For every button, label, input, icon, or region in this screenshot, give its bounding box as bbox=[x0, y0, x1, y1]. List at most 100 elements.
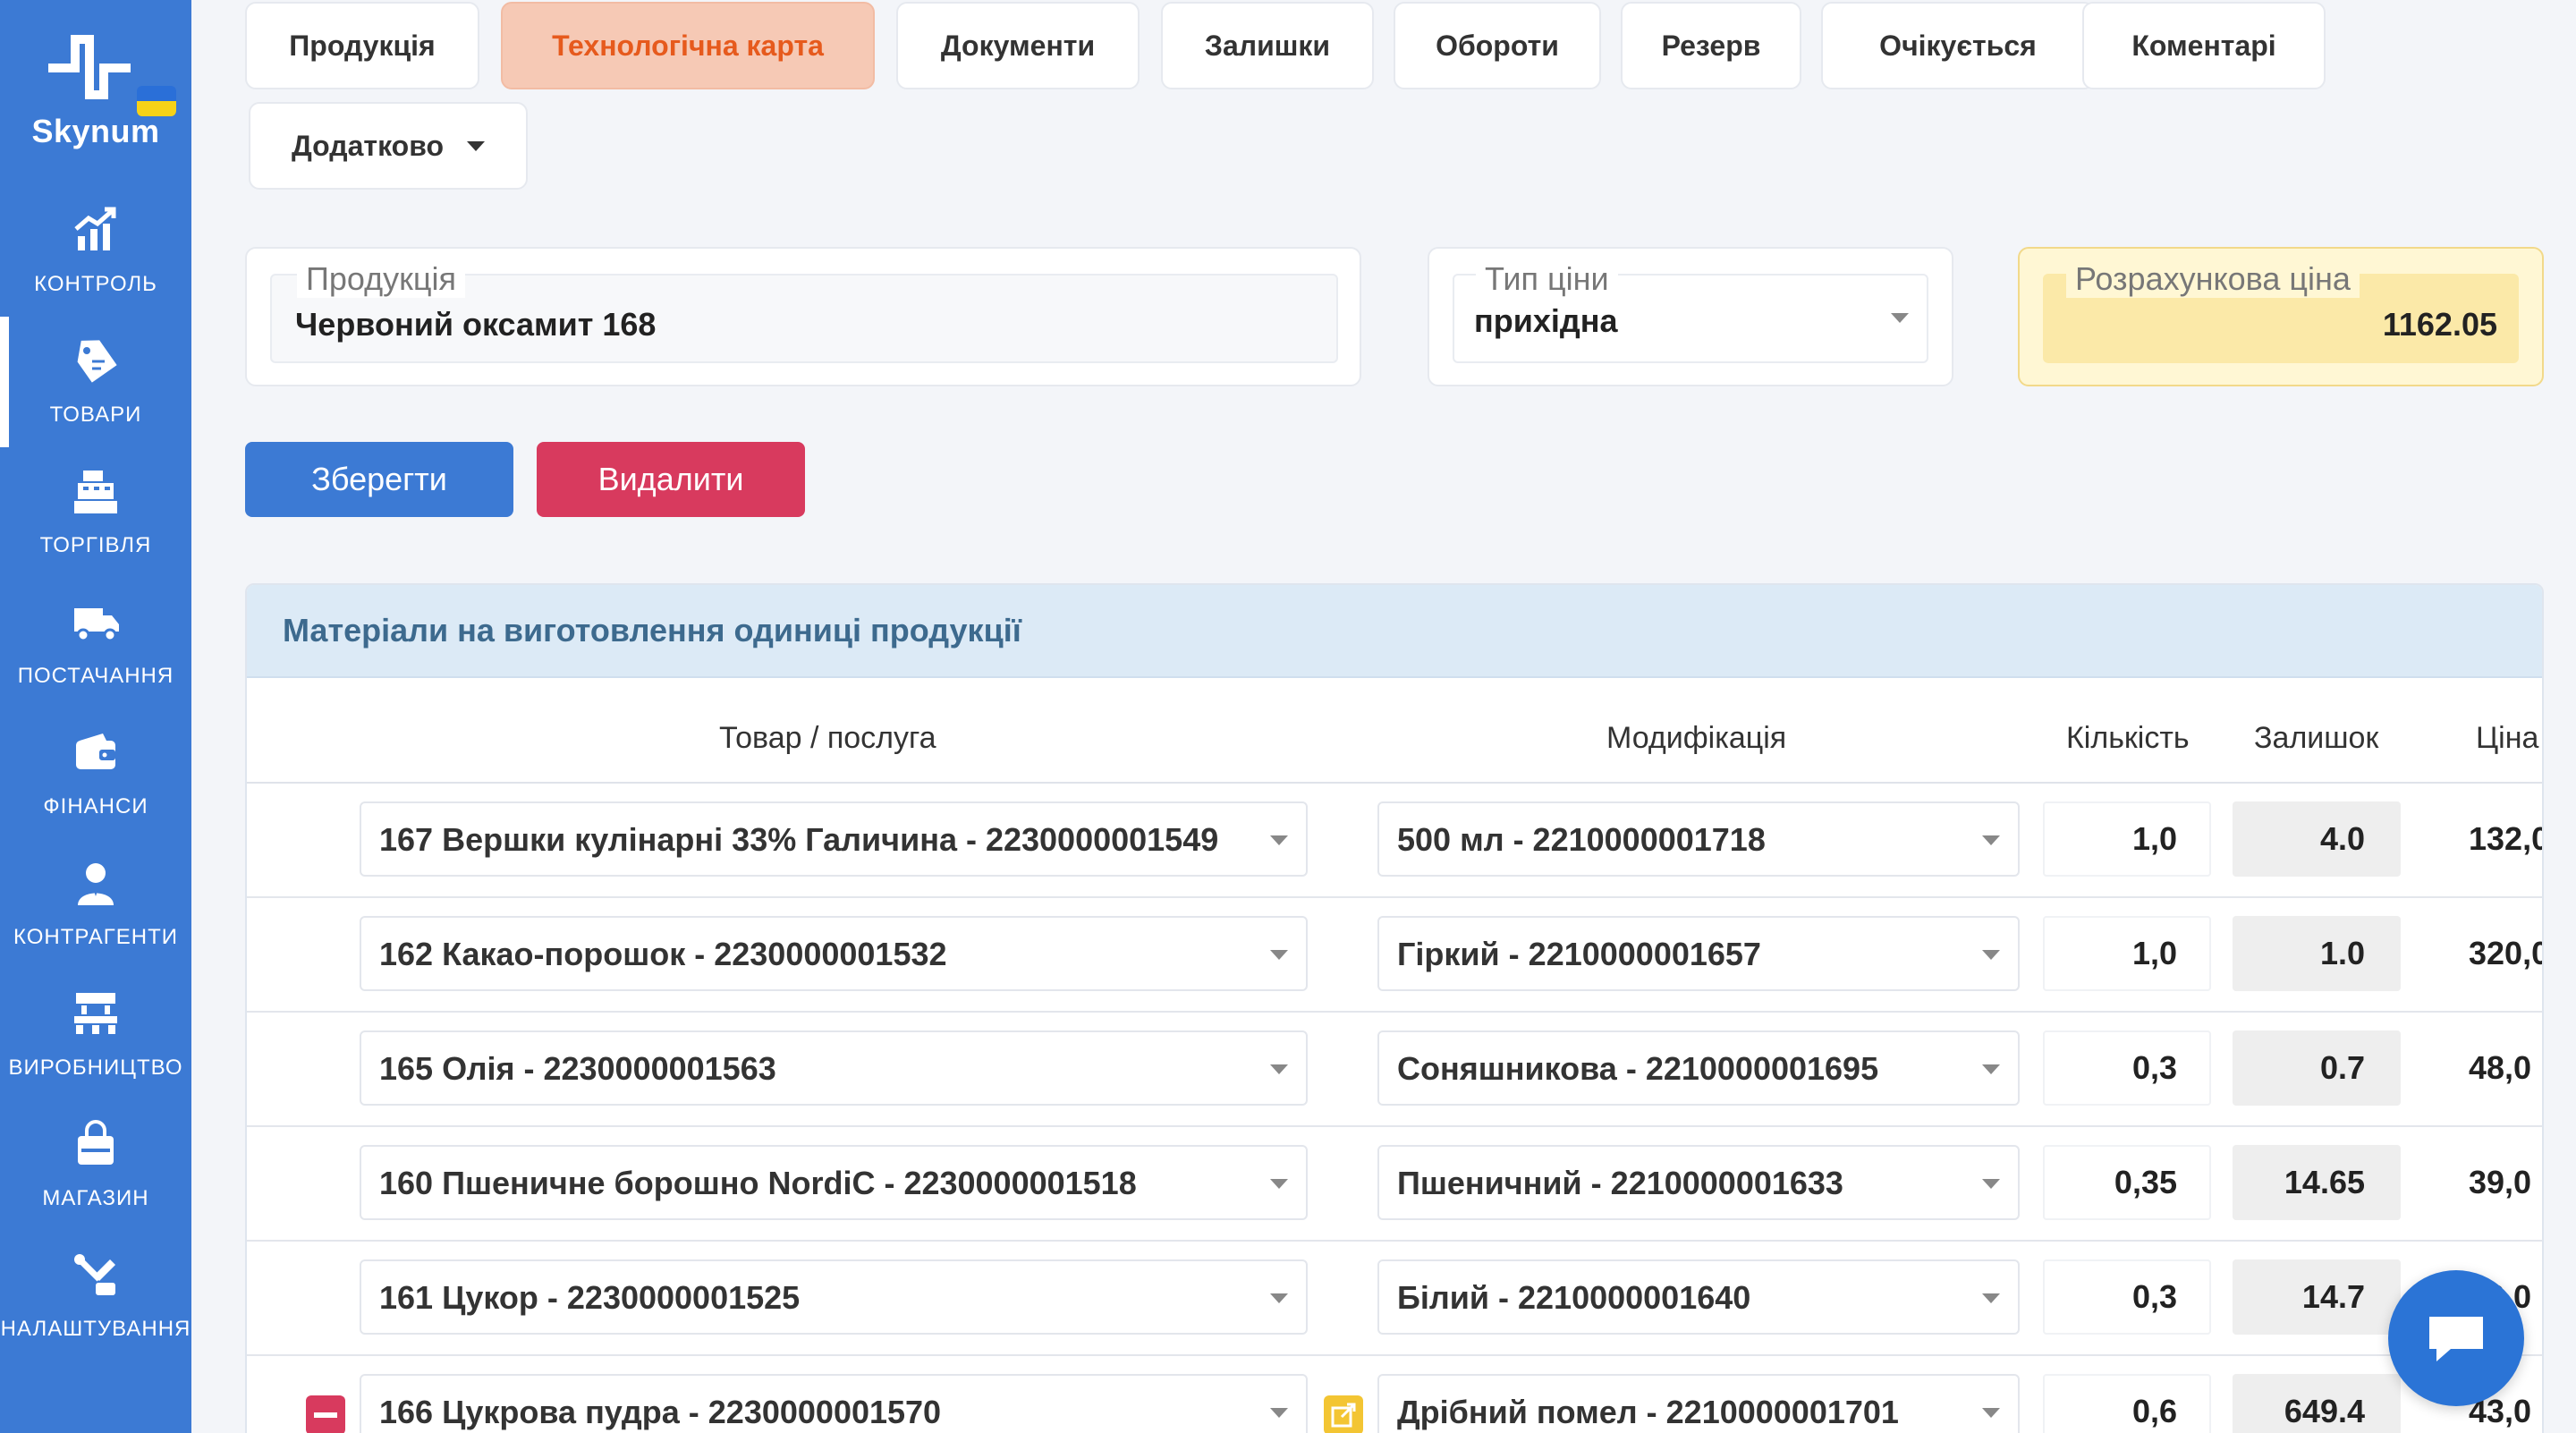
modification-select[interactable]: Соняшникова - 2210000001695 bbox=[1377, 1030, 2020, 1106]
item-select-value: 165 Олія - 2230000001563 bbox=[379, 1050, 776, 1087]
chevron-down-icon bbox=[1891, 313, 1909, 323]
stock-value: 649.4 bbox=[2233, 1374, 2401, 1433]
tab-documents[interactable]: Документи bbox=[896, 2, 1140, 89]
tab-expected[interactable]: Очікується bbox=[1821, 2, 2095, 89]
materials-section-title: Матеріали на виготовлення одиниці продук… bbox=[283, 612, 1021, 649]
brand-logo[interactable]: Skynum bbox=[0, 0, 191, 174]
table-row: 160 Пшеничне борошно NordiC - 2230000001… bbox=[247, 1127, 2542, 1242]
sidebar-item-control[interactable]: КОНТРОЛЬ bbox=[0, 186, 191, 317]
column-header-item: Товар / послуга bbox=[719, 721, 936, 755]
price-value[interactable]: 320,0 bbox=[2424, 916, 2542, 991]
chevron-down-icon bbox=[467, 140, 486, 151]
item-select[interactable]: 167 Вершки кулінарні 33% Галичина - 2230… bbox=[360, 801, 1308, 877]
price-value[interactable]: 132,0 bbox=[2424, 801, 2542, 877]
tag-icon bbox=[77, 340, 117, 383]
chevron-down-icon bbox=[1982, 1064, 2000, 1074]
quantity-input[interactable]: 1,0 bbox=[2043, 801, 2211, 877]
price-value[interactable]: 39,0 bbox=[2424, 1145, 2542, 1220]
wallet-icon bbox=[76, 733, 115, 769]
materials-section-header: Матеріали на виготовлення одиниці продук… bbox=[247, 585, 2542, 678]
item-select-value: 160 Пшеничне борошно NordiC - 2230000001… bbox=[379, 1165, 1137, 1201]
tab-reserve[interactable]: Резерв bbox=[1621, 2, 1801, 89]
modification-select[interactable]: Гіркий - 2210000001657 bbox=[1377, 916, 2020, 991]
chevron-down-icon bbox=[1270, 1064, 1288, 1074]
modification-select[interactable]: 500 мл - 2210000001718 bbox=[1377, 801, 2020, 877]
truck-icon bbox=[74, 608, 119, 642]
item-select-value: 161 Цукор - 2230000001525 bbox=[379, 1279, 801, 1316]
item-select-value: 162 Какао-порошок - 2230000001532 bbox=[379, 936, 947, 972]
stock-value: 0.7 bbox=[2233, 1030, 2401, 1106]
calc-price-card: Розрахункова ціна 1162.05 bbox=[2018, 247, 2544, 386]
sidebar-item-counterparties[interactable]: КОНТРАГЕНТИ bbox=[0, 839, 191, 970]
chevron-down-icon bbox=[1982, 1179, 2000, 1189]
skynum-logo-icon bbox=[48, 35, 131, 99]
modification-select[interactable]: Дрібний помел - 2210000001701 bbox=[1377, 1374, 2020, 1433]
sidebar-item-label: ТОВАРИ bbox=[49, 403, 142, 427]
price-type-value: прихідна bbox=[1474, 302, 1618, 339]
column-header-modification: Модифікація bbox=[1606, 721, 1787, 755]
tab-tech-card[interactable]: Технологічна карта bbox=[501, 2, 875, 89]
chat-widget-button[interactable] bbox=[2388, 1270, 2524, 1406]
item-select[interactable]: 162 Какао-порошок - 2230000001532 bbox=[360, 916, 1308, 991]
item-select[interactable]: 161 Цукор - 2230000001525 bbox=[360, 1259, 1308, 1335]
chevron-down-icon bbox=[1270, 1408, 1288, 1418]
quantity-input[interactable]: 0,35 bbox=[2043, 1145, 2211, 1220]
quantity-input[interactable]: 0,3 bbox=[2043, 1259, 2211, 1335]
sidebar-item-goods[interactable]: ТОВАРИ bbox=[0, 317, 191, 447]
sidebar-item-label: ФІНАНСИ bbox=[43, 794, 148, 818]
tab-product[interactable]: Продукція bbox=[245, 2, 479, 89]
ukraine-flag-icon bbox=[137, 86, 176, 116]
sidebar-item-trade[interactable]: ТОРГІВЛЯ bbox=[0, 447, 191, 578]
tab-stock[interactable]: Залишки bbox=[1161, 2, 1374, 89]
sidebar-item-supply[interactable]: ПОСТАЧАННЯ bbox=[0, 578, 191, 708]
table-row: 162 Какао-порошок - 2230000001532 Гіркий… bbox=[247, 898, 2542, 1013]
sidebar-item-label: ПОСТАЧАННЯ bbox=[17, 664, 174, 688]
modification-select-value: Білий - 2210000001640 bbox=[1397, 1279, 1751, 1316]
sidebar-item-label: ТОРГІВЛЯ bbox=[39, 533, 152, 557]
tab-turnover[interactable]: Обороти bbox=[1394, 2, 1601, 89]
tab-comments[interactable]: Коментарі bbox=[2082, 2, 2326, 89]
chat-bubble-icon bbox=[2429, 1317, 2483, 1361]
price-type-field-card: Тип ціни прихідна bbox=[1428, 247, 1953, 386]
modification-select-value: Гіркий - 2210000001657 bbox=[1397, 936, 1761, 972]
sidebar: Skynum КОНТРОЛЬ ТОВАРИ ТОРГІВЛЯ ПОСТАЧАН… bbox=[0, 0, 191, 1433]
sidebar-item-finance[interactable]: ФІНАНСИ bbox=[0, 708, 191, 839]
stock-value: 14.65 bbox=[2233, 1145, 2401, 1220]
column-header-price: Ціна bbox=[2476, 721, 2539, 755]
price-value[interactable]: 48,0 bbox=[2424, 1030, 2542, 1106]
brand-name: Skynum bbox=[31, 113, 160, 149]
modification-select-value: 500 мл - 2210000001718 bbox=[1397, 821, 1766, 858]
stock-value: 14.7 bbox=[2233, 1259, 2401, 1335]
open-external-icon[interactable] bbox=[1324, 1395, 1363, 1433]
modification-select-value: Соняшникова - 2210000001695 bbox=[1397, 1050, 1879, 1087]
modification-select-value: Дрібний помел - 2210000001701 bbox=[1397, 1394, 1899, 1430]
modification-select[interactable]: Пшеничний - 2210000001633 bbox=[1377, 1145, 2020, 1220]
quantity-input[interactable]: 0,6 bbox=[2043, 1374, 2211, 1433]
remove-row-icon[interactable] bbox=[306, 1395, 345, 1433]
quantity-input[interactable]: 1,0 bbox=[2043, 916, 2211, 991]
settings-tools-icon bbox=[74, 1254, 115, 1295]
chevron-down-icon bbox=[1270, 1293, 1288, 1303]
save-button[interactable]: Зберегти bbox=[245, 442, 513, 517]
modification-select-value: Пшеничний - 2210000001633 bbox=[1397, 1165, 1843, 1201]
delete-button[interactable]: Видалити bbox=[537, 442, 805, 517]
sidebar-item-production[interactable]: ВИРОБНИЦТВО bbox=[0, 970, 191, 1100]
item-select[interactable]: 166 Цукрова пудра - 2230000001570 bbox=[360, 1374, 1308, 1433]
shopping-bag-icon bbox=[78, 1120, 114, 1165]
sidebar-item-settings[interactable]: НАЛАШТУВАННЯ bbox=[0, 1231, 191, 1361]
calc-price-value: 1162.05 bbox=[2382, 306, 2497, 343]
quantity-input[interactable]: 0,3 bbox=[2043, 1030, 2211, 1106]
column-header-stock: Залишок bbox=[2254, 721, 2379, 755]
product-field-value: Червоний оксамит 168 bbox=[295, 306, 657, 343]
chevron-down-icon bbox=[1270, 1179, 1288, 1189]
item-select[interactable]: 165 Олія - 2230000001563 bbox=[360, 1030, 1308, 1106]
item-select[interactable]: 160 Пшеничне борошно NordiC - 2230000001… bbox=[360, 1145, 1308, 1220]
stock-value: 4.0 bbox=[2233, 801, 2401, 877]
modification-select[interactable]: Білий - 2210000001640 bbox=[1377, 1259, 2020, 1335]
sidebar-item-label: НАЛАШТУВАННЯ bbox=[0, 1317, 191, 1341]
price-type-label: Тип ціни bbox=[1476, 259, 1618, 299]
tab-additional-dropdown[interactable]: Додатково bbox=[249, 102, 528, 190]
sidebar-item-label: КОНТРОЛЬ bbox=[34, 272, 157, 296]
product-field-card: Продукція Червоний оксамит 168 bbox=[245, 247, 1361, 386]
sidebar-item-shop[interactable]: МАГАЗИН bbox=[0, 1100, 191, 1231]
